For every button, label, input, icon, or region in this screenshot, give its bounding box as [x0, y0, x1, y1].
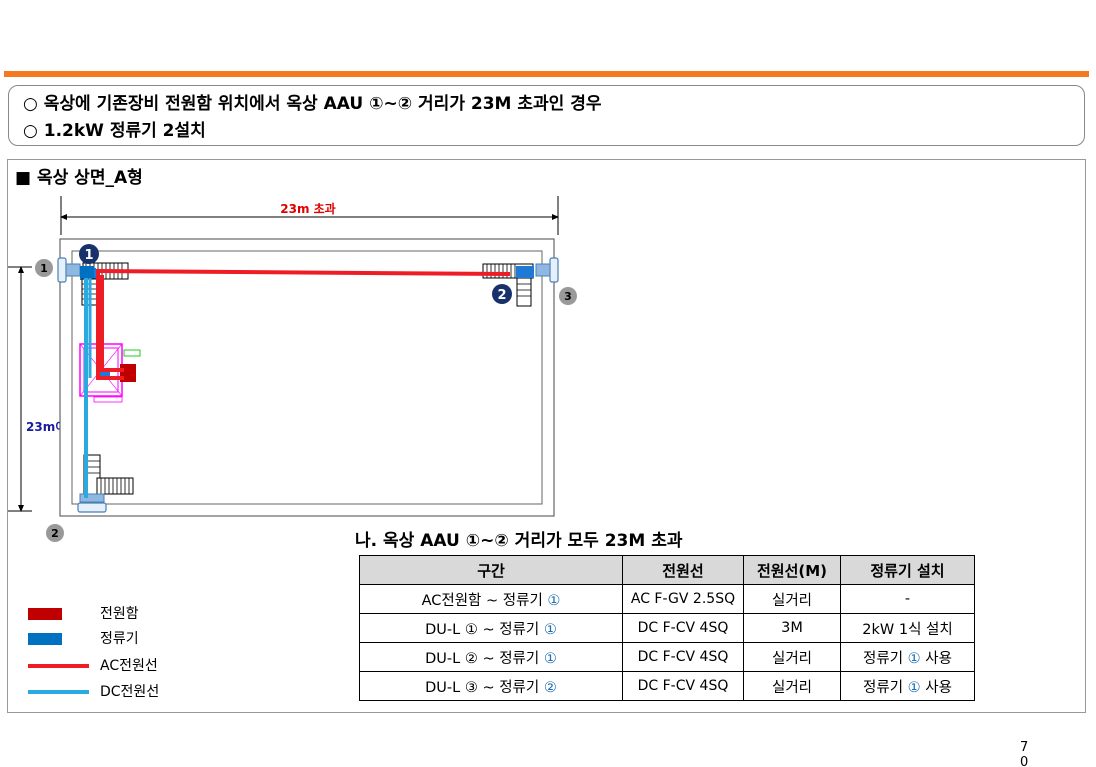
dc-line-swatch [28, 690, 89, 694]
rooftop-diagram: 23m 초과 23m이하 1 2 1 3 2 [8, 196, 577, 542]
installation-table: 구간 전원선 전원선(M) 정류기 설치 AC전원함 ~ 정류기 ① AC F-… [359, 555, 975, 701]
cell-cable: AC F-GV 2.5SQ [622, 584, 744, 614]
cell-length: 실거리 [743, 584, 841, 614]
legend-item-ac-line: AC전원선 [25, 655, 175, 675]
legend-item-dc-line: DC전원선 [25, 681, 175, 701]
gray-marker-3-text: 3 [564, 290, 572, 303]
table-row: DU-L ③ ~ 정류기 ② DC F-CV 4SQ 실거리 정류기 ① 사용 [359, 671, 975, 701]
cell-section: DU-L ① ~ 정류기 ① [359, 613, 623, 643]
table-title: 나. 옥상 AAU ①~② 거리가 모두 23M 초과 [355, 531, 683, 551]
cell-install: 2kW 1식 설치 [840, 613, 975, 643]
cell-length: 실거리 [743, 671, 841, 701]
cell-cable: DC F-CV 4SQ [622, 613, 744, 643]
gray-marker-1: 1 [35, 259, 53, 277]
table-header-row: 구간 전원선 전원선(M) 정류기 설치 [359, 555, 975, 585]
gray-marker-1-text: 1 [40, 262, 48, 275]
legend: 전원함 정류기 AC전원선 DC전원선 [25, 600, 175, 705]
rectifier-1 [80, 266, 94, 278]
gray-marker-3: 3 [559, 287, 577, 305]
top-dimension-label: 23m 초과 [280, 201, 335, 216]
cell-length: 실거리 [743, 642, 841, 672]
power-box-swatch [28, 608, 62, 620]
header-cable: 전원선 [622, 555, 744, 585]
legend-item-power-box: 전원함 [25, 603, 175, 623]
cell-section: DU-L ③ ~ 정류기 ② [359, 671, 623, 701]
cell-install: 정류기 ① 사용 [840, 642, 975, 672]
cell-install: 정류기 ① 사용 [840, 671, 975, 701]
cell-cable: DC F-CV 4SQ [622, 642, 744, 672]
gray-marker-2: 2 [46, 524, 64, 542]
aau-2-marker-text: 2 [497, 288, 506, 303]
legend-item-rectifier: 정류기 [25, 628, 175, 648]
table-row: DU-L ① ~ 정류기 ① DC F-CV 4SQ 3M 2kW 1식 설치 [359, 613, 975, 643]
top-dimension: 23m 초과 [60, 196, 559, 235]
cell-install: - [840, 584, 975, 614]
ac-line-swatch [28, 664, 89, 668]
aau-1-marker: 1 [79, 244, 99, 264]
rectifier-swatch [28, 633, 62, 645]
table-row: AC전원함 ~ 정류기 ① AC F-GV 2.5SQ 실거리 - [359, 584, 975, 614]
page-number: 70 [1020, 740, 1029, 767]
gray-marker-2-text: 2 [51, 527, 59, 540]
cell-section: DU-L ② ~ 정류기 ① [359, 642, 623, 672]
header-section: 구간 [359, 555, 623, 585]
cell-cable: DC F-CV 4SQ [622, 671, 744, 701]
header-install: 정류기 설치 [840, 555, 975, 585]
aau-1-marker-text: 1 [84, 248, 93, 263]
aau-2-marker: 2 [492, 284, 512, 304]
cell-section: AC전원함 ~ 정류기 ① [359, 584, 623, 614]
cell-length: 3M [743, 613, 841, 643]
table-row: DU-L ② ~ 정류기 ① DC F-CV 4SQ 실거리 정류기 ① 사용 [359, 642, 975, 672]
header-length: 전원선(M) [743, 555, 841, 585]
